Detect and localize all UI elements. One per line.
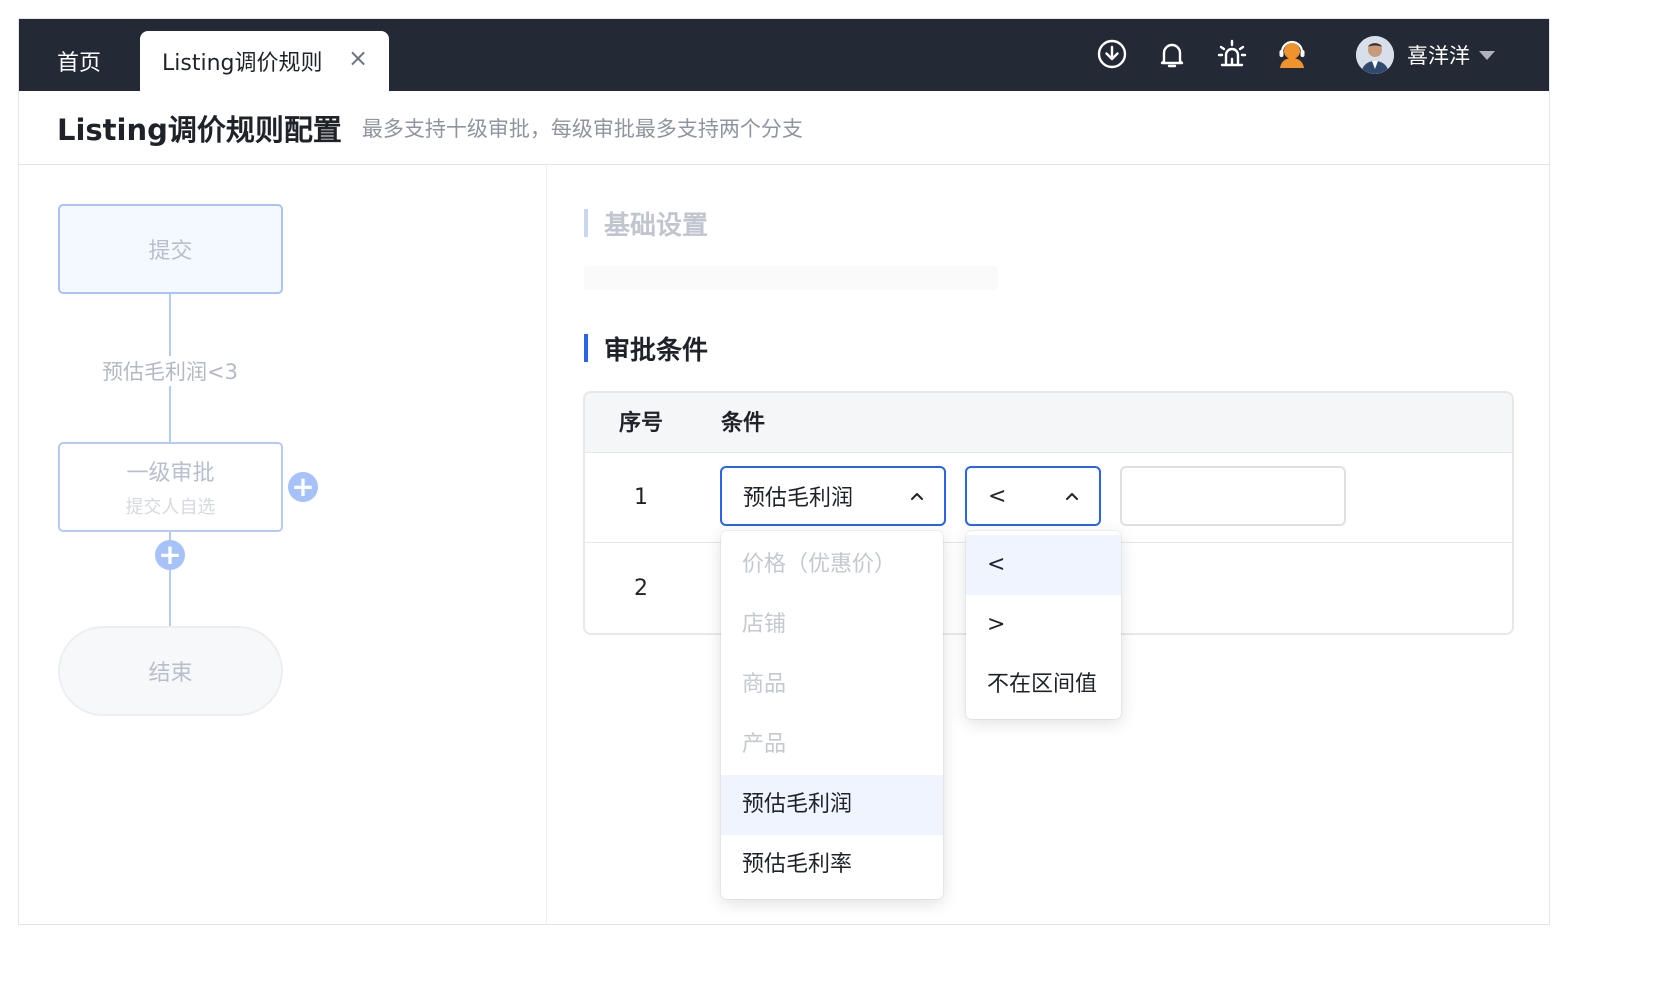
- flow-node-approval-title: 一级审批: [126, 461, 215, 486]
- add-branch-icon[interactable]: +: [288, 472, 318, 502]
- dropdown-option: 店铺: [742, 612, 787, 637]
- app-window: 首页 Listing调价规则 × 喜洋洋 Listing调价规则配置 最多支持十…: [18, 18, 1550, 925]
- dropdown-option-selected[interactable]: <: [966, 535, 1121, 595]
- loading-placeholder: [584, 266, 998, 290]
- tab-listing-price-rule[interactable]: Listing调价规则 ×: [140, 31, 389, 91]
- condition-field-select[interactable]: 预估毛利润: [720, 466, 946, 526]
- row-index: 1: [634, 485, 648, 510]
- config-content: 基础设置 审批条件 序号 条件 1 2 预估毛利润 < 价格（优惠价） 店铺 商…: [547, 166, 1549, 924]
- flow-node-end-label: 结束: [148, 661, 193, 686]
- section-approval-conditions: 审批条件: [584, 333, 708, 366]
- condition-operator-value: <: [988, 483, 1007, 509]
- bell-icon[interactable]: [1155, 37, 1189, 71]
- top-navigation-bar: 首页 Listing调价规则 × 喜洋洋: [19, 19, 1549, 91]
- user-menu[interactable]: 喜洋洋: [1356, 35, 1495, 75]
- dropdown-option: 商品: [742, 672, 787, 697]
- flow-node-end: 结束: [58, 626, 283, 716]
- column-header-index: 序号: [619, 411, 664, 436]
- alarm-icon[interactable]: [1215, 37, 1249, 71]
- dropdown-option: 价格（优惠价）: [742, 552, 897, 577]
- table-header: 序号 条件: [585, 393, 1512, 453]
- download-icon[interactable]: [1095, 37, 1129, 71]
- close-icon[interactable]: ×: [347, 46, 369, 70]
- condition-operator-select[interactable]: <: [965, 466, 1101, 526]
- support-icon[interactable]: [1275, 37, 1309, 71]
- section-marker: [584, 334, 588, 362]
- section-marker: [584, 209, 588, 237]
- tab-home[interactable]: 首页: [57, 39, 101, 83]
- section-conditions-title: 审批条件: [604, 335, 709, 366]
- user-name: 喜洋洋: [1407, 44, 1470, 68]
- page-header: Listing调价规则配置 最多支持十级审批，每级审批最多支持两个分支: [19, 91, 1549, 165]
- condition-field-value: 预估毛利润: [743, 486, 854, 511]
- dropdown-option[interactable]: >: [966, 595, 1121, 655]
- chevron-down-icon: [1479, 50, 1495, 60]
- tab-home-label: 首页: [57, 51, 102, 76]
- add-node-icon[interactable]: +: [155, 540, 185, 570]
- flow-node-submit[interactable]: 提交: [58, 204, 283, 294]
- page-title: Listing调价规则配置: [57, 112, 342, 147]
- chevron-up-icon: [1066, 493, 1078, 500]
- section-basic-title: 基础设置: [604, 210, 709, 241]
- operator-dropdown-menu: < > 不在区间值: [966, 531, 1121, 719]
- row-index: 2: [634, 576, 648, 601]
- chevron-up-icon: [911, 493, 923, 500]
- dropdown-option[interactable]: 预估毛利率: [721, 835, 943, 895]
- flow-node-submit-label: 提交: [148, 239, 193, 264]
- tab-listing-label: Listing调价规则: [162, 51, 323, 76]
- dropdown-option[interactable]: 不在区间值: [966, 655, 1121, 715]
- flow-node-approval-subtitle: 提交人自选: [125, 497, 216, 518]
- page-subtitle: 最多支持十级审批，每级审批最多支持两个分支: [361, 116, 803, 141]
- column-header-condition: 条件: [721, 411, 766, 436]
- approval-flow-panel: 提交 预估毛利润<3 一级审批 提交人自选 + + 结束: [19, 166, 546, 924]
- flow-condition-label[interactable]: 预估毛利润<3: [69, 356, 271, 386]
- condition-value-input[interactable]: [1120, 466, 1346, 526]
- dropdown-option-selected[interactable]: 预估毛利润: [721, 775, 943, 835]
- section-basic-settings: 基础设置: [584, 208, 708, 241]
- avatar: [1356, 36, 1394, 74]
- field-dropdown-menu: 价格（优惠价） 店铺 商品 产品 预估毛利润 预估毛利率: [721, 531, 943, 899]
- dropdown-option: 产品: [742, 732, 787, 757]
- flow-node-level1-approval[interactable]: 一级审批 提交人自选: [58, 442, 283, 532]
